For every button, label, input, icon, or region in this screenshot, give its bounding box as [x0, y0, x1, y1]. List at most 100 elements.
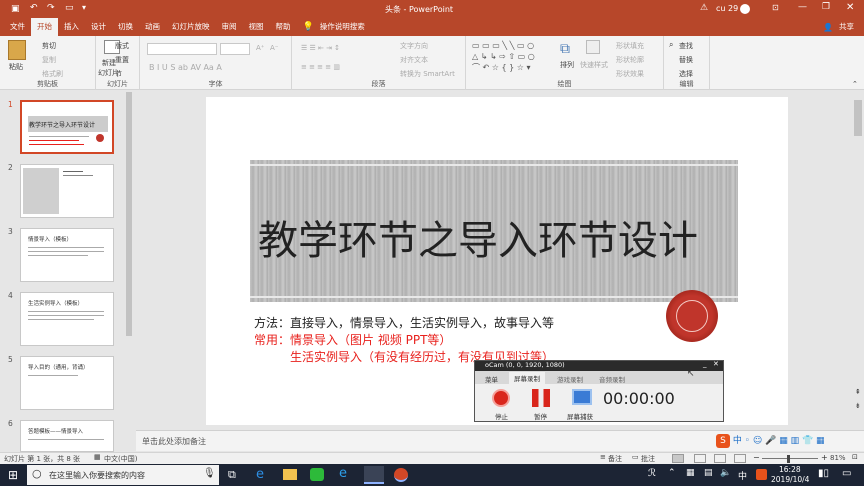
share-icon[interactable]: 👤	[823, 23, 833, 32]
fit-slide-icon[interactable]: ⊡	[852, 453, 858, 461]
taskbar-search[interactable]: ○ 在这里输入你要搜索的内容 🎙	[27, 465, 219, 485]
tab-review[interactable]: 审阅	[216, 18, 243, 36]
notes-pane[interactable]: 单击此处添加备注 S 中 ◦ ☺ 🎤 ▦ ▥ 👕 ▦	[136, 430, 864, 451]
tray-app-icon[interactable]: ▤	[704, 468, 713, 478]
quick-styles-icon[interactable]	[586, 40, 600, 54]
zoom-thumb[interactable]	[787, 455, 790, 463]
tab-help[interactable]: 帮助	[270, 18, 297, 36]
notes-toggle-icon[interactable]: ≡	[600, 453, 606, 461]
minimize-icon[interactable]: —	[798, 2, 807, 12]
maximize-icon[interactable]: ❐	[822, 2, 830, 12]
align-icons[interactable]: ≡ ≡ ≡ ≡ ▥	[301, 63, 340, 71]
ocam-capture-icon[interactable]	[572, 389, 592, 405]
replace-button[interactable]: 替换	[679, 55, 693, 65]
ie-icon[interactable]: e	[339, 466, 347, 481]
notifications-icon[interactable]: ▭	[842, 468, 851, 479]
ocam-stop-icon[interactable]	[492, 389, 510, 407]
ocam-minimize-icon[interactable]: _	[703, 360, 707, 368]
clock-date[interactable]: 2019/10/4	[771, 475, 809, 484]
prev-slide-icon[interactable]: ⇞	[855, 388, 861, 396]
shape-fill-button[interactable]: 形状填充	[616, 41, 644, 51]
editor-scrollbar[interactable]	[854, 100, 862, 136]
zoom-out-icon[interactable]: −	[753, 453, 760, 462]
file-explorer-icon[interactable]	[283, 469, 297, 480]
paste-button[interactable]: 粘贴	[9, 62, 23, 72]
increase-font-icon[interactable]: A⁺	[256, 44, 264, 52]
ocam-tab-menu[interactable]: 菜单	[485, 374, 498, 384]
decrease-font-icon[interactable]: A⁻	[270, 44, 278, 52]
save-icon[interactable]: ▣	[11, 4, 20, 14]
tab-insert[interactable]: 插入	[58, 18, 85, 36]
slide-title[interactable]: 教学环节之导入环节设计	[258, 208, 698, 266]
tab-file[interactable]: 文件	[0, 18, 31, 36]
notes-toggle[interactable]: 备注	[608, 454, 622, 464]
tab-transitions[interactable]: 切换	[112, 18, 139, 36]
thumbnail-slide-3[interactable]: 情景导入（模板）	[20, 228, 114, 282]
comments-icon[interactable]: ▭	[632, 453, 639, 461]
tab-view[interactable]: 视图	[243, 18, 270, 36]
ocam-tab-game[interactable]: 游戏录制	[557, 374, 583, 384]
collapse-ribbon-icon[interactable]: ⌃	[852, 80, 858, 88]
copy-button[interactable]: 复制	[42, 55, 56, 65]
edge-icon[interactable]: e	[256, 467, 264, 482]
zoom-level[interactable]: 81%	[830, 454, 846, 462]
zoom-in-icon[interactable]: +	[821, 453, 828, 462]
volume-icon[interactable]: 🔈	[720, 468, 731, 478]
reset-button[interactable]: 重置	[115, 55, 129, 65]
ime-toolbar[interactable]: S 中 ◦ ☺ 🎤 ▦ ▥ 👕 ▦	[716, 433, 864, 449]
slideshow-icon[interactable]	[734, 454, 746, 463]
powerpoint-icon[interactable]	[394, 468, 408, 482]
share-button[interactable]: 共享	[833, 18, 864, 36]
arrange-icon[interactable]: ⧉	[560, 41, 570, 57]
tab-home[interactable]: 开始	[31, 18, 58, 36]
zoom-slider[interactable]	[762, 458, 818, 459]
paste-icon[interactable]	[8, 40, 26, 60]
thumbnail-slide-4[interactable]: 生活实例导入（模板）	[20, 292, 114, 346]
tab-animations[interactable]: 动画	[139, 18, 166, 36]
ocam-stop-label[interactable]: 停止	[495, 411, 508, 421]
normal-view-icon[interactable]	[672, 454, 684, 463]
ocam-tab-screen[interactable]: 屏幕录制	[509, 372, 545, 384]
ocam-pause-label[interactable]: 暂停	[534, 411, 547, 421]
avatar[interactable]	[740, 4, 750, 14]
start-icon[interactable]: ⊞	[8, 468, 18, 482]
ocam-taskbar-icon[interactable]	[364, 466, 384, 484]
ocam-close-icon[interactable]: ✕	[713, 360, 719, 368]
font-style-buttons[interactable]: B I U S ab AV Aa A	[149, 63, 222, 72]
spellcheck-icon[interactable]: ▦	[94, 453, 101, 461]
shape-effects-button[interactable]: 形状效果	[616, 69, 644, 79]
comments-toggle[interactable]: 批注	[641, 454, 655, 464]
format-painter-button[interactable]: 格式刷	[42, 69, 63, 79]
sogou-icon[interactable]: S	[716, 433, 730, 448]
thumbnail-slide-6[interactable]: 答题模板——情景导入	[20, 420, 114, 452]
shapes-gallery[interactable]: ▭ ▭ ▭ ╲ ╲ ▭ ○ △ ↳ ↳ ⇨ ⇧ ▭ ○ ⌒ ↶ ☆ { } ☆ ▾	[472, 40, 554, 76]
user-name[interactable]: cu 29	[716, 4, 738, 13]
tell-me-search[interactable]: 操作说明搜索	[314, 18, 371, 36]
undo-icon[interactable]: ↶	[30, 3, 38, 13]
reading-view-icon[interactable]	[714, 454, 726, 463]
wechat-icon[interactable]	[310, 468, 324, 481]
tab-slideshow[interactable]: 幻灯片放映	[166, 18, 216, 36]
tray-expand-icon[interactable]: ⌃	[668, 468, 676, 478]
text-direction-button[interactable]: 文字方向	[400, 41, 428, 51]
tab-design[interactable]: 设计	[85, 18, 112, 36]
microphone-icon[interactable]: 🎙	[203, 468, 216, 479]
find-button[interactable]: 查找	[679, 41, 693, 51]
thumbnail-slide-5[interactable]: 导入目的（通用，背诵）	[20, 356, 114, 410]
ocam-pause-icon[interactable]	[532, 389, 550, 407]
ime-indicator[interactable]: 中	[738, 469, 747, 482]
align-text-button[interactable]: 对齐文本	[400, 55, 428, 65]
cortana-icon[interactable]: ▮▯	[818, 468, 829, 479]
thumbnail-slide-2[interactable]	[20, 164, 114, 218]
quick-styles-button[interactable]: 快速样式	[580, 60, 608, 70]
ime-status-icons[interactable]: 中 ◦ ☺ 🎤 ▦ ▥ 👕 ▦	[733, 436, 825, 446]
redo-icon[interactable]: ↷	[47, 3, 55, 13]
close-icon[interactable]: ✕	[846, 2, 854, 13]
ribbon-display-icon[interactable]: ⊡	[772, 3, 779, 12]
clock-time[interactable]: 16:28	[779, 465, 801, 474]
slide-line-common[interactable]: 常用：情景导入（图片 视频 PPT等）	[254, 331, 451, 348]
slide-line-methods[interactable]: 方法：直接导入，情景导入，生活实例导入，故事导入等	[254, 314, 554, 331]
arrange-button[interactable]: 排列	[560, 60, 574, 70]
network-icon[interactable]: ▦	[686, 468, 695, 478]
warning-icon[interactable]: ⚠	[700, 3, 708, 13]
